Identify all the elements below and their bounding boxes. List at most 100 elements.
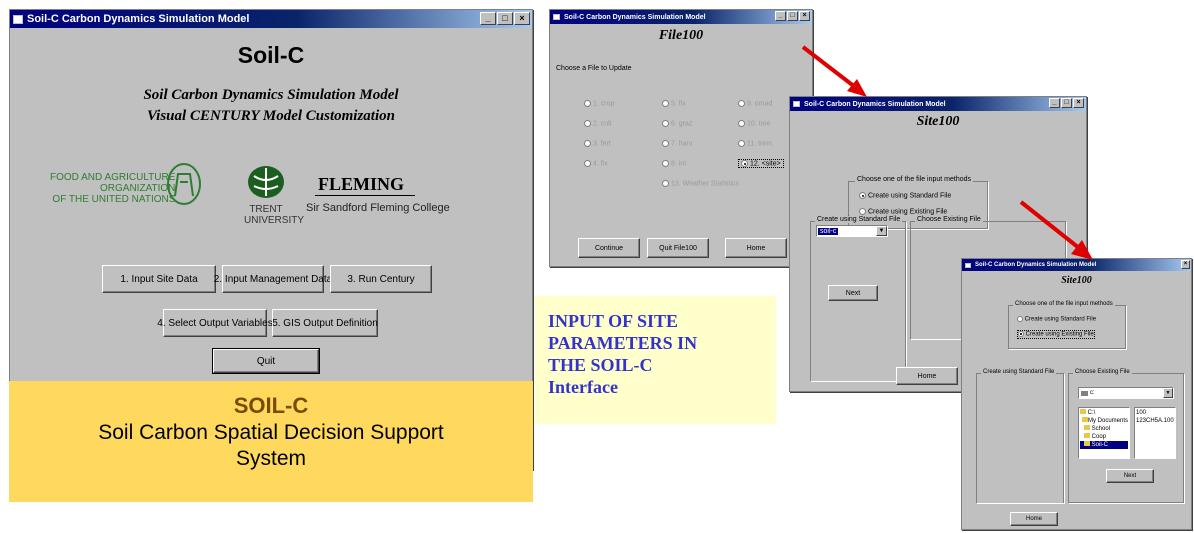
trent-text-line: UNIVERSITY	[244, 215, 305, 226]
fao-text-line: ORGANIZATION	[100, 183, 176, 194]
next-button-2[interactable]: Next	[1106, 469, 1154, 483]
standard-file-label: Create using Standard File	[815, 216, 903, 223]
app-icon	[965, 262, 971, 268]
maximize-icon[interactable]: □	[1061, 98, 1072, 108]
file-list[interactable]: 100 123CH5A.100	[1134, 407, 1176, 459]
callout-line: Interface	[548, 377, 618, 397]
close-icon[interactable]: ×	[1073, 98, 1084, 108]
gis-output-definition-button[interactable]: 5. GIS Output Definition	[272, 309, 378, 337]
site100-heading: Site100	[916, 114, 960, 129]
radio-standard-file-2[interactable]: Create using Standard File	[1017, 316, 1096, 323]
standard-file-label-2: Create using Standard File	[981, 369, 1057, 375]
fleming-text: Sir Sandford Fleming College	[306, 202, 450, 214]
folder-icon	[1080, 409, 1086, 414]
file100-prompt: Choose a File to Update	[556, 65, 632, 72]
file-option[interactable]: 1. crop	[584, 100, 614, 107]
maximize-icon[interactable]: □	[497, 12, 513, 25]
file-item[interactable]: 100	[1136, 409, 1174, 417]
arrow-icon	[801, 45, 867, 97]
fao-logo-icon	[167, 163, 201, 205]
existing-file-label-2: Choose Existing File	[1073, 369, 1132, 375]
file-option[interactable]: 3. fert	[584, 140, 611, 147]
radio-standard-file[interactable]: Create using Standard File	[859, 192, 951, 199]
fleming-name: FLEMING	[318, 174, 405, 194]
input-management-data-button[interactable]: 2. Input Management Data	[214, 265, 332, 293]
file-item[interactable]: 123CH5A.100	[1136, 417, 1174, 425]
standard-file-select[interactable]: soil-c ▼	[816, 225, 888, 237]
file100-title: Soil-C Carbon Dynamics Simulation Model	[564, 13, 706, 21]
file-option[interactable]: 4. fix	[584, 160, 608, 167]
close-icon[interactable]: ×	[799, 11, 810, 21]
folder-item-selected[interactable]: Soil-C	[1080, 441, 1128, 449]
app-icon	[793, 101, 800, 107]
app-icon	[13, 14, 23, 24]
caption-title: SOIL-C	[233, 393, 309, 418]
app-icon	[553, 14, 560, 20]
file-option[interactable]: 6. graz	[662, 120, 692, 127]
input-site-data-button[interactable]: 1. Input Site Data	[102, 265, 216, 293]
minimize-icon[interactable]: _	[480, 12, 496, 25]
folder-item[interactable]: C:\	[1080, 409, 1128, 417]
close-icon[interactable]: ×	[514, 12, 530, 25]
site100-2-title: Soil-C Carbon Dynamics Simulation Model	[975, 262, 1097, 268]
arrow-icon	[1019, 200, 1093, 260]
radio-existing-file[interactable]: Create using Existing File	[859, 208, 947, 215]
select-output-variables-button[interactable]: 4. Select Output Variables	[157, 309, 273, 337]
fao-text: FOOD AND AGRICULTURE ORGANIZATION OF THE…	[50, 172, 175, 205]
folder-item[interactable]: My Documents	[1080, 417, 1128, 425]
site100-2-heading: Site100	[1061, 275, 1092, 286]
file-option-selected[interactable]: 12. <site>	[738, 159, 784, 169]
trent-text: TRENT UNIVERSITY	[244, 204, 305, 226]
callout-line: THE SOIL-C	[548, 355, 653, 375]
standard-file-group-2: Create using Standard File	[976, 369, 1064, 503]
drive-icon	[1081, 390, 1088, 396]
file-option[interactable]: 7. harv	[662, 140, 692, 147]
caption-line-2: System	[235, 447, 306, 470]
main-subtitle-1: Soil Carbon Dynamics Simulation Model	[143, 87, 399, 103]
file100-titlebar: Soil-C Carbon Dynamics Simulation Model …	[550, 10, 812, 24]
trent-logo-icon	[248, 166, 284, 198]
home-button[interactable]: Home	[896, 367, 958, 385]
maximize-icon[interactable]: □	[787, 11, 798, 21]
site100-titlebar: Soil-C Carbon Dynamics Simulation Model …	[790, 97, 1086, 111]
home-button-2[interactable]: Home	[1010, 512, 1058, 526]
folder-list[interactable]: C:\ My Documents School Coop Soil-C	[1078, 407, 1130, 459]
chevron-down-icon[interactable]: ▼	[1163, 388, 1173, 398]
main-window-title: Soil-C Carbon Dynamics Simulation Model	[27, 13, 250, 25]
radio-existing-file-2[interactable]: Create using Existing File	[1017, 330, 1095, 339]
quit-button[interactable]: Quit	[212, 348, 320, 374]
continue-button[interactable]: Continue	[578, 238, 640, 258]
file-option[interactable]: 2. cult	[584, 120, 612, 127]
file-option[interactable]: 10. tree	[738, 120, 771, 127]
close-icon[interactable]: ×	[1181, 260, 1190, 269]
input-method-group-2: Choose one of the file input methods Cre…	[1008, 301, 1126, 349]
main-subtitle-2: Visual CENTURY Model Customization	[147, 108, 395, 124]
existing-file-label: Choose Existing File	[915, 216, 983, 223]
file100-window: Soil-C Carbon Dynamics Simulation Model …	[549, 9, 813, 267]
caption-line-1: Soil Carbon Spatial Decision Support	[98, 421, 444, 444]
run-century-button[interactable]: 3. Run Century	[330, 265, 432, 293]
next-button[interactable]: Next	[828, 285, 878, 301]
file100-heading: File100	[658, 28, 704, 43]
main-heading: Soil-C	[237, 42, 305, 68]
chevron-down-icon[interactable]: ▼	[876, 226, 887, 236]
drive-select[interactable]: c: ▼	[1078, 387, 1174, 399]
file-option[interactable]: 5. fix	[662, 100, 686, 107]
minimize-icon[interactable]: _	[775, 11, 786, 21]
trent-text-line: TRENT	[249, 204, 283, 215]
file-option[interactable]: 8. irri	[662, 160, 687, 167]
file-option[interactable]: 13. Weather Statistics	[662, 180, 739, 187]
folder-item[interactable]: School	[1080, 425, 1128, 433]
folder-item[interactable]: Coop	[1080, 433, 1128, 441]
minimize-icon[interactable]: _	[1049, 98, 1060, 108]
file-option[interactable]: 11. trem	[738, 140, 772, 147]
fao-text-line: OF THE UNITED NATIONS	[52, 194, 176, 205]
standard-file-group: Create using Standard File	[810, 216, 906, 381]
main-window-titlebar: Soil-C Carbon Dynamics Simulation Model …	[10, 10, 532, 28]
file-option[interactable]: 9. omad	[738, 100, 772, 107]
home-button[interactable]: Home	[725, 238, 787, 258]
quit-file100-button[interactable]: Quit File100	[647, 238, 709, 258]
caption-box: SOIL-C Soil Carbon Spatial Decision Supp…	[9, 381, 533, 502]
folder-icon	[1084, 441, 1090, 446]
fao-text-line: FOOD AND AGRICULTURE	[50, 172, 176, 183]
